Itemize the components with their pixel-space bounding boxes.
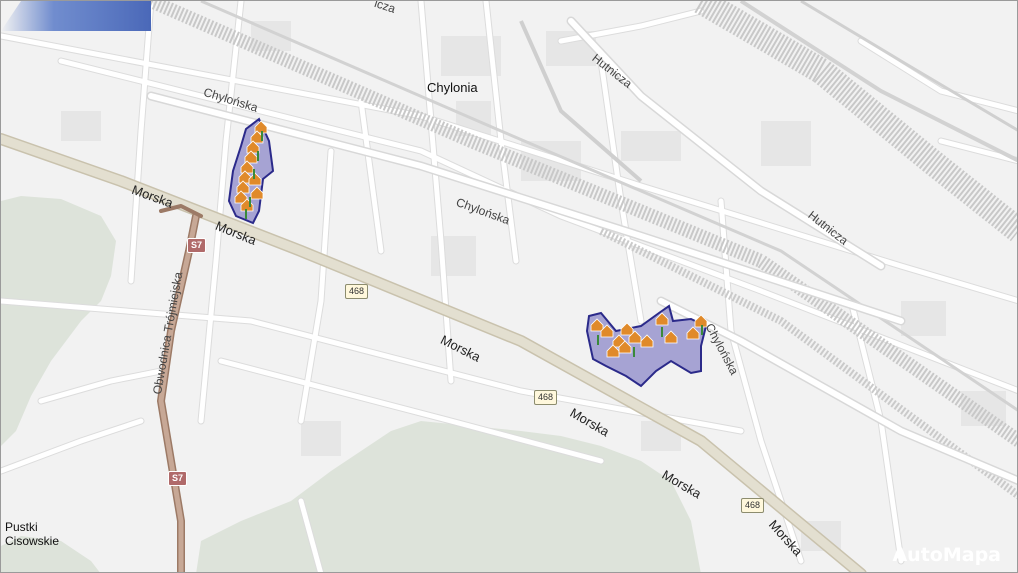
forest-area-west bbox=[1, 196, 116, 446]
automapa-logo-badge bbox=[1, 1, 151, 31]
map-base-layer bbox=[1, 1, 1017, 572]
place-label-cisowskie: Cisowskie bbox=[5, 534, 60, 548]
forest-area-south bbox=[196, 421, 701, 572]
place-label-pustki: Pustki bbox=[5, 520, 38, 534]
road-shield-468-east: 468 bbox=[741, 498, 765, 513]
automapa-logo-text: AutoMapa bbox=[892, 544, 1001, 566]
place-label-chylonia: Chylonia bbox=[427, 80, 478, 95]
expressway-s7 bbox=[157, 204, 203, 572]
map-canvas[interactable]: Chylonia Pustki Cisowskie icza Chylońska… bbox=[0, 0, 1018, 573]
road-shield-468-center: 468 bbox=[534, 390, 558, 405]
road-shield-s7-south: S7 bbox=[168, 471, 188, 486]
road-shield-468-west: 468 bbox=[345, 284, 369, 299]
road-shield-s7-north: S7 bbox=[187, 238, 207, 253]
